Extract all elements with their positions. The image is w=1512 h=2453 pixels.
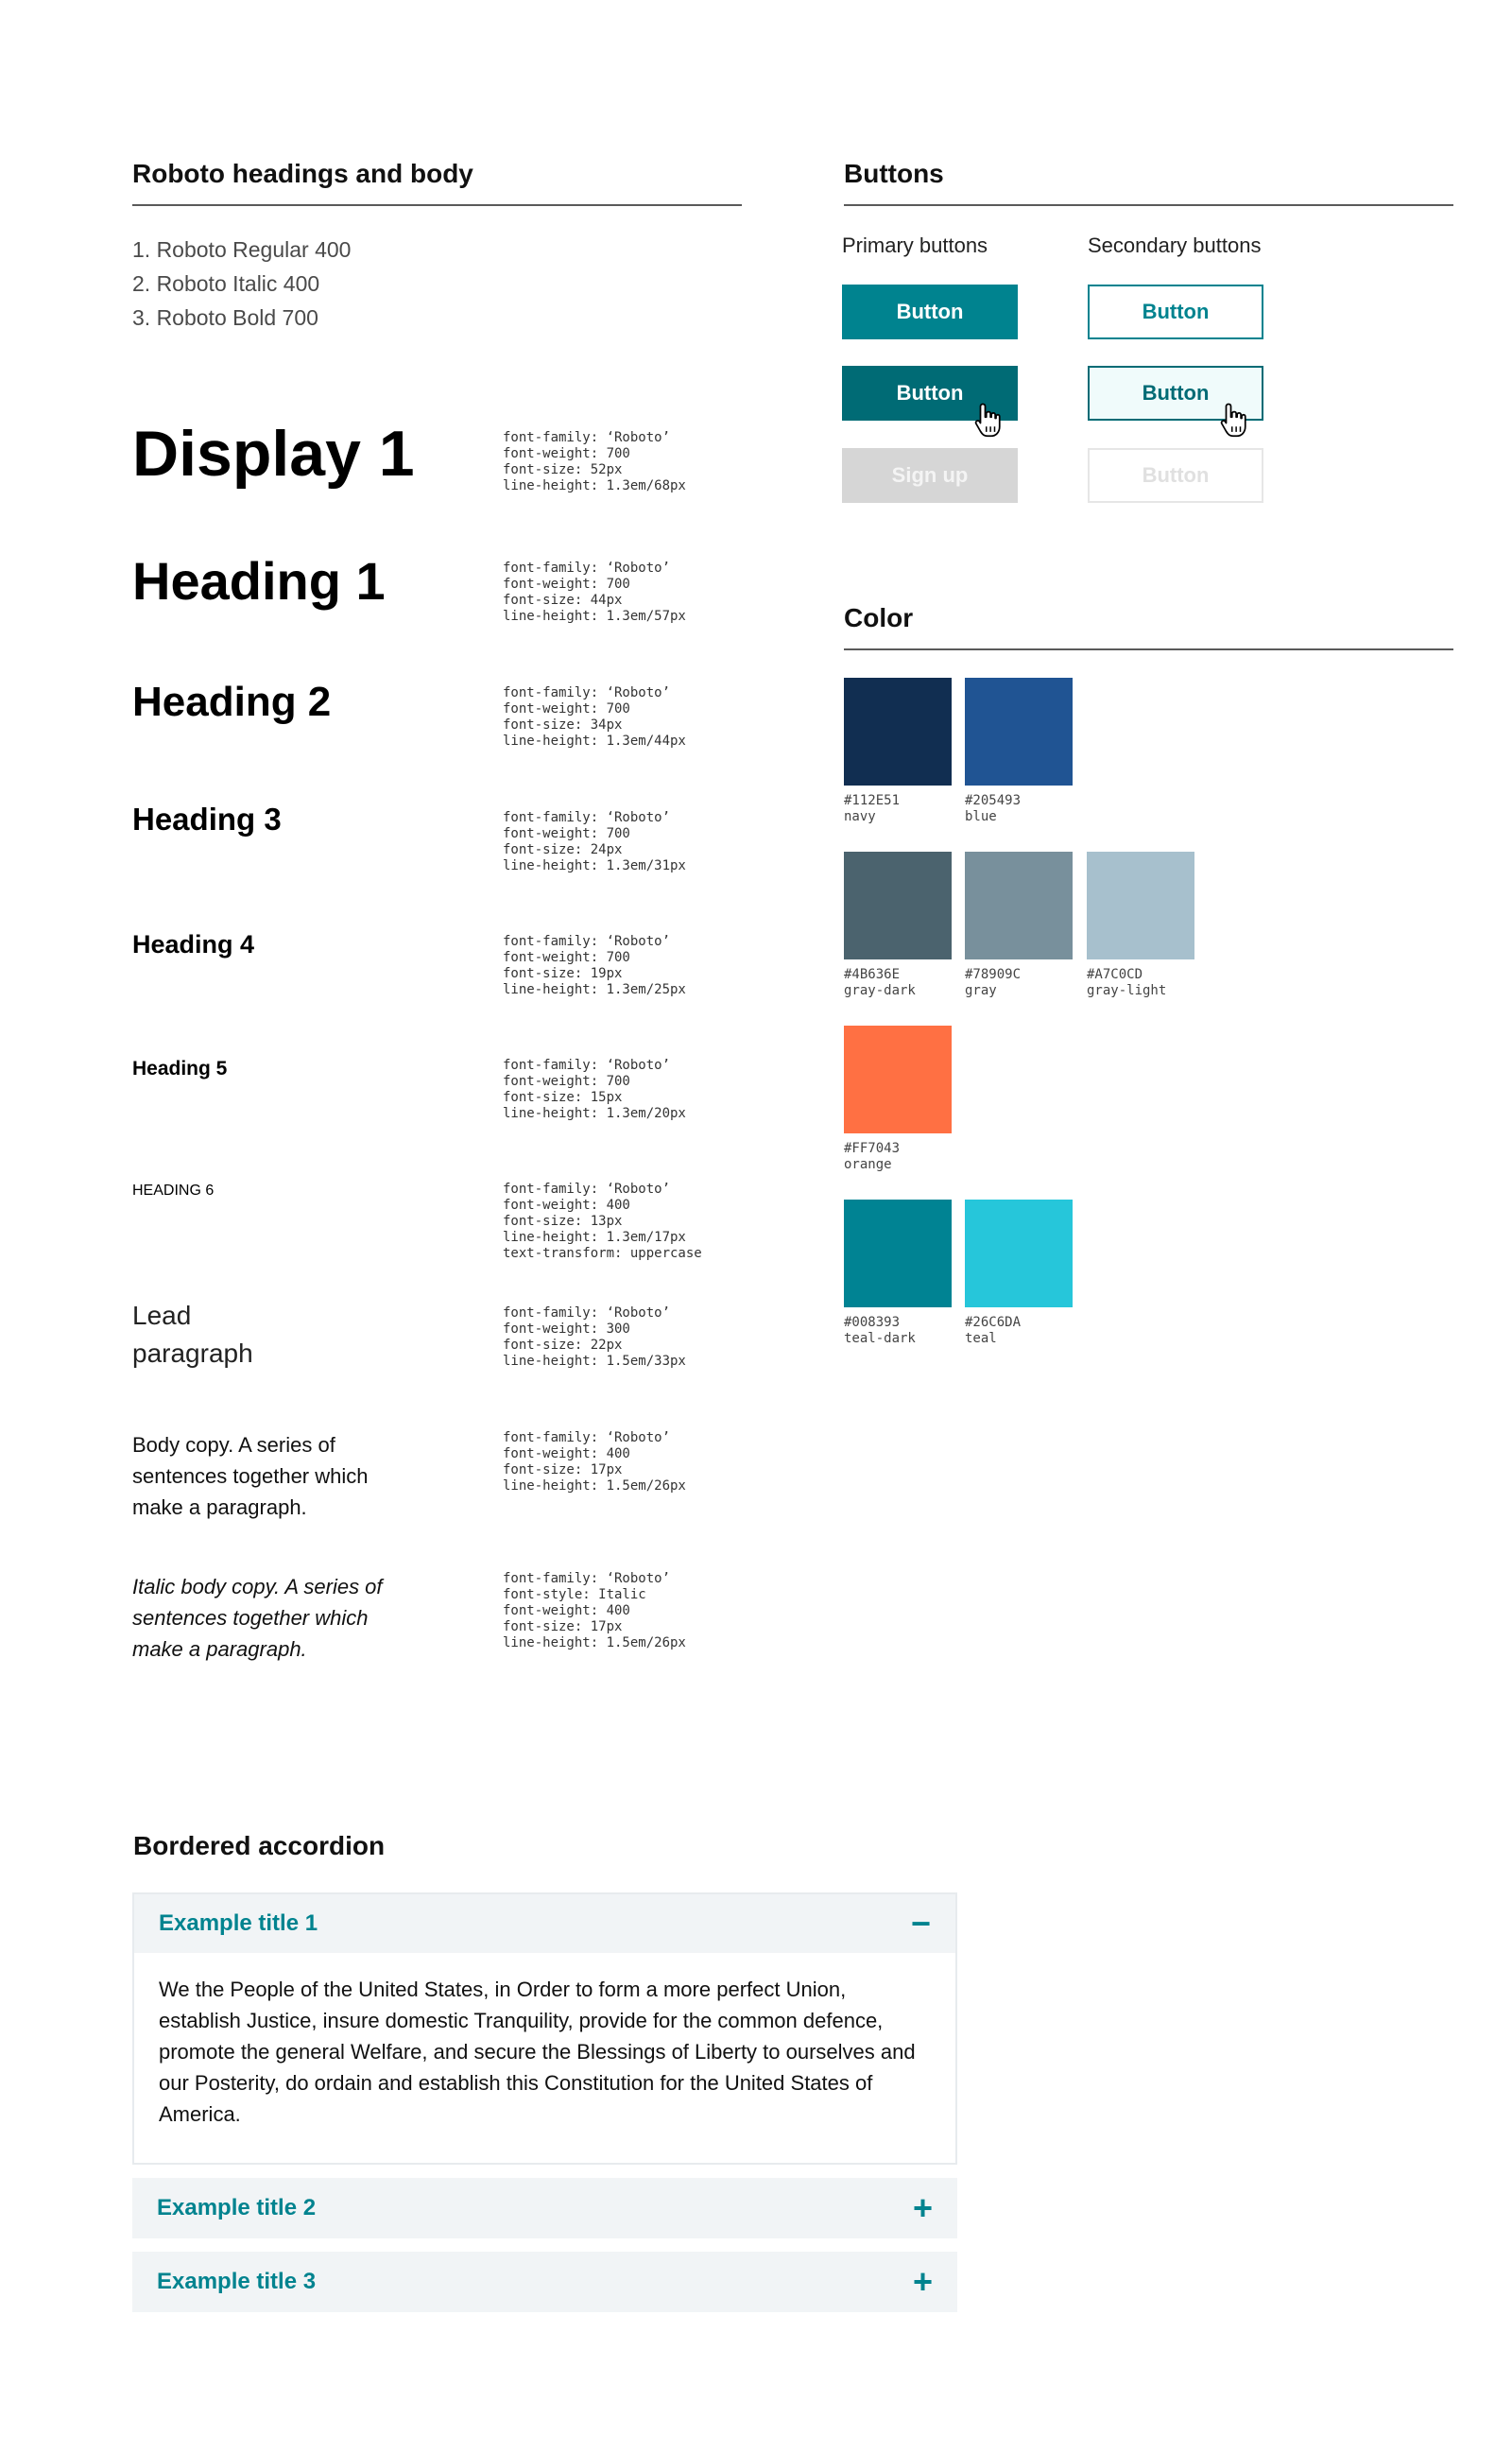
color-swatch-teal — [965, 1200, 1073, 1307]
secondary-button[interactable]: Button — [1088, 285, 1263, 339]
heading-4-spec: font-family: ‘Roboto’ font-weight: 700 f… — [503, 934, 686, 997]
color-swatch-label: #26C6DA teal — [965, 1315, 1021, 1347]
color-swatch-orange — [844, 1026, 952, 1133]
body-copy-sample: Body copy. A series of sentences togethe… — [132, 1433, 369, 1519]
accordion-item-2-header[interactable]: Example title 2 + — [132, 2178, 957, 2238]
swatch-name: orange — [844, 1157, 892, 1172]
display-1-sample: Display 1 — [132, 418, 415, 490]
font-list: 1. Roboto Regular 400 2. Roboto Italic 4… — [132, 233, 351, 335]
primary-button[interactable]: Button — [842, 285, 1018, 339]
swatch-name: navy — [844, 809, 876, 824]
swatch-name: gray-dark — [844, 983, 916, 998]
swatch-hex: #008393 — [844, 1315, 901, 1330]
font-list-item: 2. Roboto Italic 400 — [132, 271, 320, 296]
plus-icon: + — [912, 2188, 933, 2227]
swatch-name: teal — [965, 1331, 997, 1346]
heading-3-spec: font-family: ‘Roboto’ font-weight: 700 f… — [503, 810, 686, 873]
display-1-spec: font-family: ‘Roboto’ font-weight: 700 f… — [503, 430, 686, 493]
color-swatch-teal-dark — [844, 1200, 952, 1307]
primary-buttons-label: Primary buttons — [842, 233, 988, 257]
color-swatch-label: #A7C0CD gray-light — [1087, 967, 1166, 999]
color-swatch-blue — [965, 678, 1073, 786]
color-swatch-gray — [965, 852, 1073, 959]
buttons-section-title: Buttons — [844, 159, 944, 188]
plus-icon: + — [912, 2262, 933, 2301]
lead-paragraph-spec: font-family: ‘Roboto’ font-weight: 300 f… — [503, 1305, 686, 1369]
color-swatch-label: #FF7043 orange — [844, 1141, 900, 1173]
heading-5-spec: font-family: ‘Roboto’ font-weight: 700 f… — [503, 1058, 686, 1121]
swatch-hex: #26C6DA — [965, 1315, 1022, 1330]
italic-body-copy-sample: Italic body copy. A series of sentences … — [132, 1575, 383, 1661]
color-swatch-gray-light — [1087, 852, 1194, 959]
color-section-title: Color — [844, 603, 914, 632]
heading-6-spec: font-family: ‘Roboto’ font-weight: 400 f… — [503, 1182, 702, 1261]
color-swatch-label: #008393 teal-dark — [844, 1315, 916, 1347]
hand-cursor-icon — [1220, 403, 1246, 438]
accordion-item-title: Example title 3 — [157, 2269, 317, 2294]
italic-body-copy-spec: font-family: ‘Roboto’ font-style: Italic… — [503, 1571, 686, 1650]
heading-1-sample: Heading 1 — [132, 551, 386, 611]
minus-icon: − — [910, 1904, 931, 1943]
lead-paragraph-sample: Lead paragraph — [132, 1301, 253, 1368]
heading-6-sample: HEADING 6 — [132, 1183, 215, 1199]
swatch-name: gray-light — [1087, 983, 1167, 998]
heading-4-sample: Heading 4 — [132, 930, 255, 959]
heading-2-sample: Heading 2 — [132, 679, 332, 725]
color-divider — [844, 648, 1453, 650]
accordion-item-1-header[interactable]: Example title 1 − — [132, 1892, 957, 1953]
buttons-divider — [844, 204, 1453, 206]
typography-section-title: Roboto headings and body — [132, 159, 473, 188]
secondary-button-disabled[interactable]: Button — [1088, 448, 1263, 503]
accordion-item-title: Example title 1 — [159, 1910, 318, 1936]
secondary-buttons-label: Secondary buttons — [1088, 233, 1262, 257]
color-swatch-gray-dark — [844, 852, 952, 959]
swatch-hex: #A7C0CD — [1087, 967, 1143, 982]
primary-button-disabled[interactable]: Sign up — [842, 448, 1018, 503]
swatch-hex: #FF7043 — [844, 1141, 901, 1156]
body-copy-spec: font-family: ‘Roboto’ font-weight: 400 f… — [503, 1430, 686, 1494]
swatch-hex: #78909C — [965, 967, 1022, 982]
swatch-name: blue — [965, 809, 997, 824]
hand-cursor-icon — [974, 403, 1001, 438]
accordion-item-title: Example title 2 — [157, 2195, 317, 2220]
swatch-name: teal-dark — [844, 1331, 916, 1346]
font-list-item: 1. Roboto Regular 400 — [132, 237, 352, 262]
swatch-hex: #112E51 — [844, 793, 901, 808]
font-list-item: 3. Roboto Bold 700 — [132, 305, 318, 330]
typography-divider — [132, 204, 742, 206]
swatch-hex: #205493 — [965, 793, 1022, 808]
heading-2-spec: font-family: ‘Roboto’ font-weight: 700 f… — [503, 685, 686, 749]
accordion-item-1-body: We the People of the United States, in O… — [132, 1953, 957, 2165]
swatch-hex: #4B636E — [844, 967, 901, 982]
heading-5-sample: Heading 5 — [132, 1058, 228, 1080]
swatch-name: gray — [965, 983, 997, 998]
accordion-item-3-header[interactable]: Example title 3 + — [132, 2252, 957, 2312]
heading-3-sample: Heading 3 — [132, 802, 282, 837]
color-swatch-label: #4B636E gray-dark — [844, 967, 916, 999]
color-swatch-navy — [844, 678, 952, 786]
color-swatch-label: #112E51 navy — [844, 793, 900, 825]
accordion-section-title: Bordered accordion — [133, 1831, 386, 1860]
heading-1-spec: font-family: ‘Roboto’ font-weight: 700 f… — [503, 561, 686, 624]
color-swatch-label: #205493 blue — [965, 793, 1021, 825]
color-swatch-label: #78909C gray — [965, 967, 1021, 999]
